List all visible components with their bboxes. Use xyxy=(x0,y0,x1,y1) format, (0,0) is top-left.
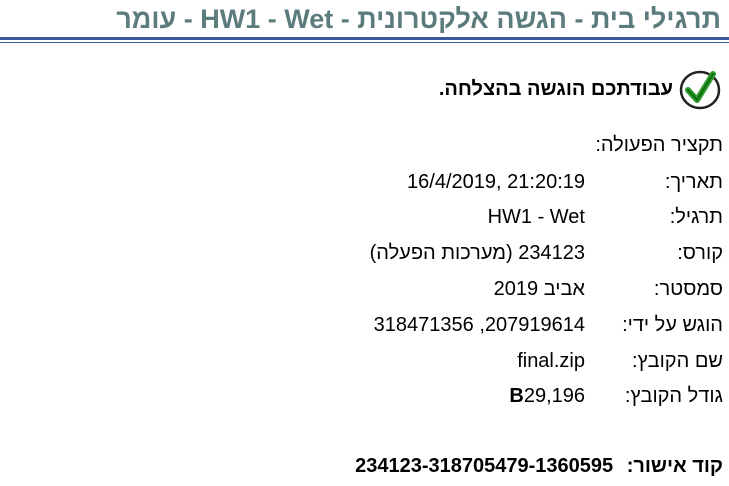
course-label: קורס: xyxy=(677,242,723,264)
approval-code-label: קוד אישור: xyxy=(626,455,723,477)
file-size-unit: B xyxy=(509,385,524,407)
file-name-label: שם הקובץ: xyxy=(632,350,723,372)
submitted-by-value: 207919614, 318471356 xyxy=(373,314,585,336)
title-underline-thin xyxy=(0,42,729,43)
exercise-label: תרגיל: xyxy=(669,206,723,228)
semester-label: סמסטר: xyxy=(653,278,723,300)
approval-code-value: 234123-318705479-1360595 xyxy=(355,455,614,477)
course-value: 234123 (מערכות הפעלה) xyxy=(369,242,585,264)
summary-title: תקציר הפעולה: xyxy=(595,134,723,156)
approval-code-row: קוד אישור: 234123-318705479-1360595 xyxy=(355,455,723,478)
file-size-number: 29,196 xyxy=(523,385,585,407)
exercise-value: HW1 - Wet xyxy=(487,206,585,228)
semester-value: אביב 2019 xyxy=(493,278,585,300)
check-circle-icon xyxy=(679,70,721,110)
page-title: תרגילי בית - הגשה אלקטרונית - HW1 - Wet … xyxy=(116,4,721,34)
date-value: 21:20:19 ,16/4/2019 xyxy=(407,171,585,193)
success-message: עבודתכם הוגשה בהצלחה. xyxy=(439,66,723,112)
file-size-value: B29,196 xyxy=(509,384,585,408)
success-text: עבודתכם הוגשה בהצלחה. xyxy=(438,77,673,100)
file-name-value: final.zip xyxy=(517,350,585,372)
title-underline xyxy=(0,37,729,40)
submitted-by-label: הוגש על ידי: xyxy=(622,314,723,336)
date-label: תאריך: xyxy=(664,171,723,193)
file-size-label: גודל הקובץ: xyxy=(624,385,723,407)
